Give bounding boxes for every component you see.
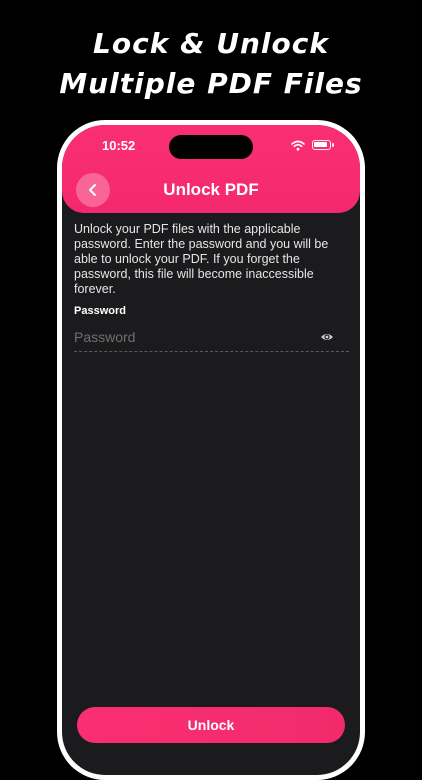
- unlock-description: Unlock your PDF files with the applicabl…: [74, 222, 329, 296]
- promo-line-1: Lock & Unlock: [93, 27, 329, 60]
- eye-icon[interactable]: [320, 330, 334, 344]
- app-header: 10:52 Unlock PDF: [62, 125, 360, 213]
- phone-screen: 10:52 Unlock PDF Unlock your PDF files w…: [62, 125, 360, 775]
- password-input[interactable]: [74, 325, 336, 349]
- battery-icon: [312, 140, 334, 150]
- unlock-button[interactable]: Unlock: [77, 707, 345, 743]
- password-underline: [74, 351, 349, 352]
- promo-headline: Lock & Unlock Multiple PDF Files: [0, 24, 422, 104]
- password-label: Password: [74, 305, 126, 317]
- dynamic-island: [169, 135, 253, 159]
- wifi-icon: [291, 140, 305, 151]
- page-title: Unlock PDF: [163, 180, 259, 199]
- status-time: 10:52: [102, 138, 136, 153]
- promo-line-2: Multiple PDF Files: [59, 67, 363, 100]
